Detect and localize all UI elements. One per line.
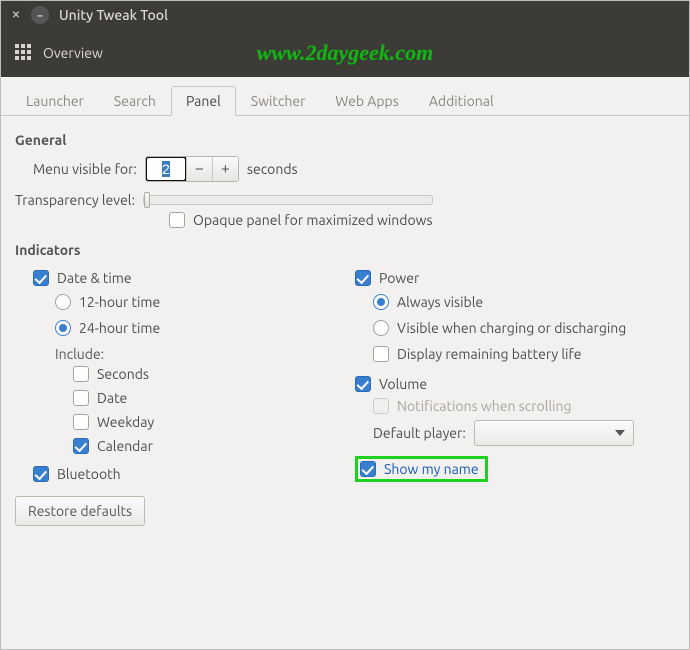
always-visible-radio[interactable] xyxy=(373,294,389,310)
hour24-label: 24-hour time xyxy=(79,320,160,336)
transparency-slider[interactable] xyxy=(143,195,433,205)
date-opt-label: Date xyxy=(97,390,127,406)
transparency-label: Transparency level: xyxy=(15,192,135,208)
weekday-checkbox[interactable] xyxy=(73,414,89,430)
overview-label[interactable]: Overview xyxy=(43,45,103,61)
watermark-text: www.2daygeek.com xyxy=(257,40,433,66)
spin-plus-button[interactable]: + xyxy=(212,157,238,181)
tab-panel[interactable]: Panel xyxy=(171,86,236,116)
indicators-left-column: Date & time 12-hour time 24-hour time In… xyxy=(15,266,335,526)
section-general: General xyxy=(15,132,675,148)
power-checkbox[interactable] xyxy=(355,270,371,286)
include-label: Include: xyxy=(55,346,104,362)
app-window: ✕ – Unity Tweak Tool Overview www.2dayge… xyxy=(0,0,690,650)
bluetooth-label: Bluetooth xyxy=(57,466,121,482)
show-my-name-checkbox[interactable] xyxy=(360,461,376,477)
tab-webapps[interactable]: Web Apps xyxy=(320,86,413,116)
weekday-opt-label: Weekday xyxy=(97,414,154,430)
default-player-combo[interactable] xyxy=(474,420,634,446)
opaque-panel-label: Opaque panel for maximized windows xyxy=(193,212,433,228)
datetime-checkbox[interactable] xyxy=(33,270,49,286)
restore-defaults-button[interactable]: Restore defaults xyxy=(15,496,145,526)
tab-switcher[interactable]: Switcher xyxy=(236,86,321,116)
overview-icon[interactable] xyxy=(15,44,33,62)
close-icon[interactable]: ✕ xyxy=(7,6,25,24)
datetime-label: Date & time xyxy=(57,270,132,286)
minimize-icon[interactable]: – xyxy=(31,6,49,24)
bluetooth-checkbox[interactable] xyxy=(33,466,49,482)
section-indicators: Indicators xyxy=(15,242,675,258)
slider-thumb[interactable] xyxy=(144,192,150,208)
calendar-opt-label: Calendar xyxy=(97,438,153,454)
seconds-checkbox[interactable] xyxy=(73,366,89,382)
volume-checkbox[interactable] xyxy=(355,376,371,392)
date-checkbox[interactable] xyxy=(73,390,89,406)
tab-search[interactable]: Search xyxy=(99,86,171,116)
indicators-right-column: Power Always visible Visible when chargi… xyxy=(355,266,675,526)
visible-charging-radio[interactable] xyxy=(373,320,389,336)
menu-seconds-input[interactable] xyxy=(146,157,186,181)
remaining-battery-label: Display remaining battery life xyxy=(397,346,582,362)
hour12-radio[interactable] xyxy=(55,294,71,310)
window-title: Unity Tweak Tool xyxy=(59,7,168,23)
menu-visible-label: Menu visible for: xyxy=(33,161,137,177)
show-my-name-label: Show my name xyxy=(384,461,479,477)
opaque-panel-checkbox[interactable] xyxy=(169,212,185,228)
calendar-checkbox[interactable] xyxy=(73,438,89,454)
default-player-label: Default player: xyxy=(373,425,466,441)
toolbar: Overview www.2daygeek.com xyxy=(1,29,689,77)
chevron-down-icon xyxy=(615,430,625,436)
notifications-scrolling-label: Notifications when scrolling xyxy=(397,398,572,414)
tab-launcher[interactable]: Launcher xyxy=(11,86,99,116)
tab-bar: Launcher Search Panel Switcher Web Apps … xyxy=(1,77,689,116)
seconds-label: seconds xyxy=(247,161,298,177)
visible-charging-label: Visible when charging or discharging xyxy=(397,320,626,336)
hour24-radio[interactable] xyxy=(55,320,71,336)
spin-minus-button[interactable]: − xyxy=(186,157,212,181)
always-visible-label: Always visible xyxy=(397,294,483,310)
remaining-battery-checkbox[interactable] xyxy=(373,346,389,362)
hour12-label: 12-hour time xyxy=(79,294,160,310)
titlebar: ✕ – Unity Tweak Tool xyxy=(1,1,689,29)
content-area: General Menu visible for: − + seconds Tr… xyxy=(1,116,689,649)
show-my-name-highlight: Show my name xyxy=(355,456,488,482)
volume-label: Volume xyxy=(379,376,427,392)
seconds-opt-label: Seconds xyxy=(97,366,149,382)
power-label: Power xyxy=(379,270,419,286)
tab-additional[interactable]: Additional xyxy=(414,86,509,116)
notifications-scrolling-checkbox xyxy=(373,398,389,414)
menu-seconds-spinbox[interactable]: − + xyxy=(145,156,239,182)
